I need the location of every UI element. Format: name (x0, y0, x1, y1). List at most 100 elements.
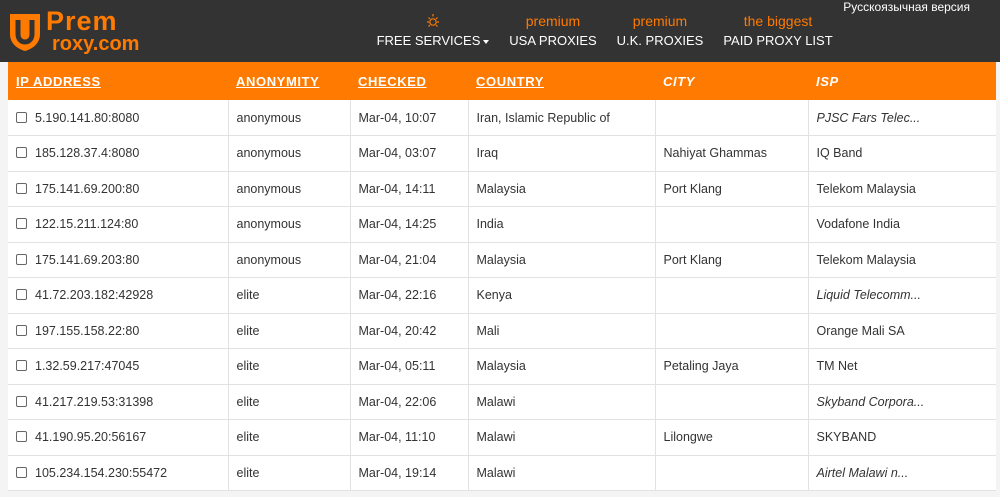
cell-anonymity: anonymous (228, 242, 351, 278)
cell-isp: TM Net (808, 348, 996, 385)
nav-free-services[interactable]: FREE SERVICES (372, 0, 494, 62)
table-row: 41.217.219.53:31398 elite Mar-04, 22:06 Mal… (8, 384, 996, 420)
header-country[interactable]: COUNTRY (468, 62, 655, 100)
nav-usa-proxies[interactable]: premium USA PROXIES (503, 0, 603, 62)
nav-uk-proxies[interactable]: premium U.K. PROXIES (610, 0, 710, 62)
nav-usa-tagline: premium (525, 13, 581, 29)
header-ip-address[interactable]: IP ADDRESS (8, 62, 228, 100)
ip-address[interactable]: 105.234.154.230:55472 (35, 466, 167, 480)
nav-paid-tagline: the biggest (743, 13, 813, 29)
cell-country: India (468, 206, 656, 243)
row-checkbox[interactable] (16, 360, 27, 372)
cell-anonymity: anonymous (228, 171, 351, 207)
ip-address[interactable]: 5.190.141.80:8080 (35, 111, 139, 125)
logo-text-bottom: roxy.com (52, 33, 140, 55)
cell-isp: Vodafone India (808, 206, 996, 243)
cell-country: Iran, Islamic Republic of (468, 100, 656, 136)
cell-ip: 185.128.37.4:8080 (8, 135, 229, 172)
table-row: 41.72.203.182:42928 elite Mar-04, 22:16 Ken… (8, 277, 996, 314)
proxy-table: IP ADDRESS ANONYMITY CHECKED COUNTRY CIT… (8, 62, 996, 491)
cell-checked: Mar-04, 21:04 (350, 242, 469, 278)
nav-free-services-label: FREE SERVICES (376, 33, 481, 48)
row-checkbox[interactable] (16, 111, 27, 123)
cell-anonymity: elite (228, 348, 351, 385)
cell-anonymity: elite (228, 313, 351, 349)
cell-city (655, 455, 809, 491)
cell-country: Malawi (468, 455, 656, 491)
ip-address[interactable]: 175.141.69.203:80 (35, 253, 139, 267)
cell-country: Malaysia (468, 348, 656, 385)
row-checkbox[interactable] (16, 395, 27, 407)
cell-checked: Mar-04, 22:16 (350, 277, 469, 314)
cell-isp: Orange Mali SA (808, 313, 996, 349)
ip-address[interactable]: 185.128.37.4:8080 (35, 146, 139, 160)
ip-address[interactable]: 41.72.203.182:42928 (35, 288, 153, 302)
russian-version-link[interactable]: Русскоязычная версия (843, 0, 970, 14)
nav-paid-label: PAID PROXY LIST (723, 33, 833, 48)
cell-ip: 41.190.95.20:56167 (8, 419, 229, 456)
cell-isp: IQ Band (808, 135, 996, 172)
nav-uk-label: U.K. PROXIES (616, 33, 704, 48)
row-checkbox[interactable] (16, 253, 27, 265)
ip-address[interactable]: 122.15.211.124:80 (35, 217, 138, 231)
cell-checked: Mar-04, 19:14 (350, 455, 469, 491)
cell-ip: 5.190.141.80:8080 (8, 100, 229, 136)
ip-address[interactable]: 197.155.158.22:80 (35, 324, 139, 338)
cell-anonymity: elite (228, 277, 351, 314)
table-row: 175.141.69.203:80 anonymous Mar-04, 21:04 M… (8, 242, 996, 278)
cell-country: Malaysia (468, 171, 656, 207)
row-checkbox[interactable] (16, 289, 27, 301)
row-checkbox[interactable] (16, 218, 27, 230)
row-checkbox[interactable] (16, 431, 27, 443)
cell-checked: Mar-04, 03:07 (350, 135, 469, 172)
cell-city (655, 100, 809, 136)
cell-country: Malaysia (468, 242, 656, 278)
row-checkbox[interactable] (16, 182, 27, 194)
cell-country: Malawi (468, 384, 656, 420)
cell-isp: Telekom Malaysia (808, 242, 996, 278)
cell-country: Mali (468, 313, 656, 349)
cell-country: Kenya (468, 277, 656, 314)
table-row: 1.32.59.217:47045 elite Mar-04, 05:11 Malay… (8, 348, 996, 385)
ip-address[interactable]: 41.217.219.53:31398 (35, 395, 153, 409)
cell-checked: Mar-04, 10:07 (350, 100, 469, 136)
ip-address[interactable]: 1.32.59.217:47045 (35, 359, 139, 373)
cell-country: Iraq (468, 135, 656, 172)
shield-logo-icon (10, 14, 40, 51)
table-row: 185.128.37.4:8080 anonymous Mar-04, 03:07 I… (8, 135, 996, 172)
header-anonymity[interactable]: ANONYMITY (228, 62, 350, 100)
cell-city: Port Klang (655, 242, 809, 278)
cell-country: Malawi (468, 419, 656, 456)
cell-anonymity: anonymous (228, 206, 351, 243)
cell-city (655, 206, 809, 243)
row-checkbox[interactable] (16, 147, 27, 159)
sun-icon (427, 14, 439, 27)
cell-anonymity: elite (228, 419, 351, 456)
cell-anonymity: elite (228, 384, 351, 420)
table-row: 41.190.95.20:56167 elite Mar-04, 11:10 Mala… (8, 419, 996, 456)
cell-isp: SKYBAND (808, 419, 996, 456)
ip-address[interactable]: 175.141.69.200:80 (35, 182, 139, 196)
cell-ip: 175.141.69.203:80 (8, 242, 229, 278)
cell-anonymity: anonymous (228, 100, 351, 136)
logo-text-top: Prem (46, 6, 118, 36)
nav-paid-proxy-list[interactable]: the biggest PAID PROXY LIST (718, 0, 838, 62)
row-checkbox[interactable] (16, 466, 27, 478)
row-checkbox[interactable] (16, 324, 27, 336)
cell-isp: PJSC Fars Telec... (808, 100, 996, 136)
cell-ip: 197.155.158.22:80 (8, 313, 229, 349)
table-row: 105.234.154.230:55472 elite Mar-04, 19:14 M… (8, 455, 996, 491)
table-row: 5.190.141.80:8080 anonymous Mar-04, 10:07 I… (8, 100, 996, 136)
cell-city: Lilongwe (655, 419, 809, 456)
cell-checked: Mar-04, 05:11 (350, 348, 469, 385)
top-navigation-bar: Prem roxy.com FREE SERVICES premium USA … (0, 0, 1000, 62)
cell-isp: Telekom Malaysia (808, 171, 996, 207)
table-row: 122.15.211.124:80 anonymous Mar-04, 14:25 I… (8, 206, 996, 243)
premproxy-logo[interactable]: Prem roxy.com (8, 6, 148, 58)
cell-isp: Skyband Corpora... (808, 384, 996, 420)
ip-address[interactable]: 41.190.95.20:56167 (35, 430, 146, 444)
cell-city (655, 277, 809, 314)
nav-uk-tagline: premium (632, 13, 688, 29)
header-checked[interactable]: CHECKED (350, 62, 468, 100)
table-row: 175.141.69.200:80 anonymous Mar-04, 14:11 M… (8, 171, 996, 207)
